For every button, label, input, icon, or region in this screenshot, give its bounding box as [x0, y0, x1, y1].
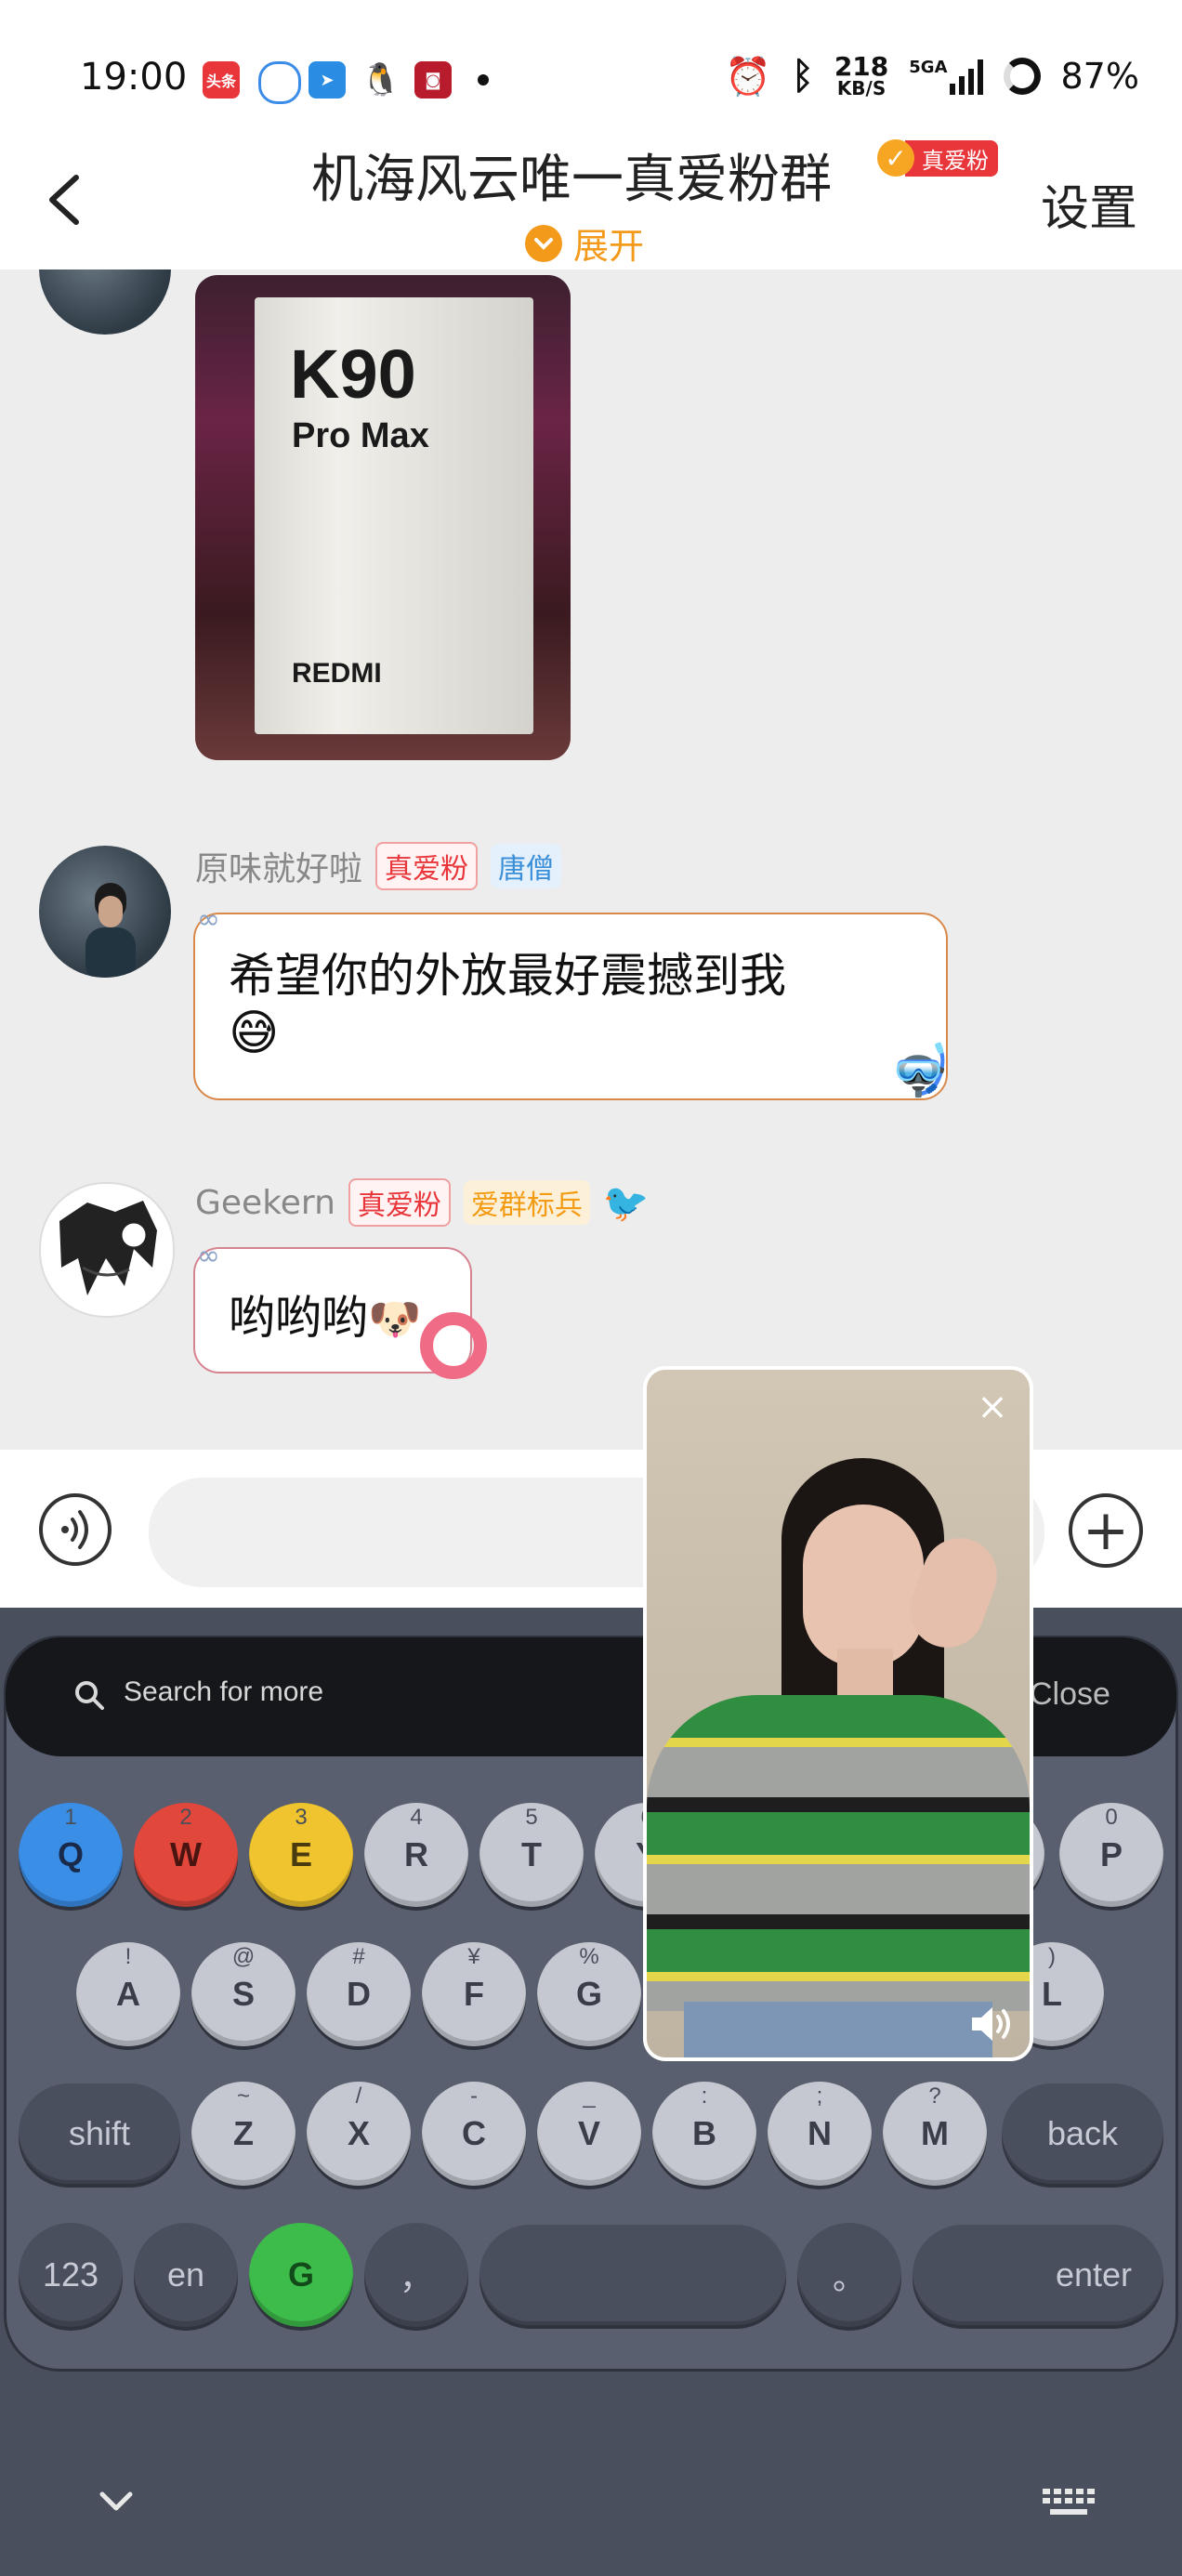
key-c[interactable]: -C — [422, 2082, 526, 2186]
volume-icon[interactable] — [968, 2004, 1015, 2044]
chevron-down-icon[interactable] — [93, 2483, 139, 2520]
message-text: 哟哟哟 — [229, 1291, 368, 1345]
status-icons: ⏰ ᛒ 218 KB/S 5GA 87% — [725, 50, 1139, 102]
shift-key[interactable]: shift — [19, 2083, 180, 2184]
title-tag: 爱群标兵 — [463, 1180, 590, 1225]
railway-app-icon: ◙ — [414, 61, 452, 99]
key-z[interactable]: ~ Z — [191, 2082, 296, 2186]
verified-icon: ✓ — [877, 139, 914, 177]
key-t[interactable]: 5T — [479, 1803, 584, 1907]
maps-app-icon: ➤ — [309, 61, 346, 99]
fan-tag: 真爱粉 — [375, 842, 479, 890]
goggles-decoration-icon: ∞ — [197, 903, 220, 936]
chat-messages[interactable]: K90 Pro Max REDMI 原味就好啦 真爱粉 唐僧 希望你的外放最好震… — [0, 269, 1182, 1450]
net-speed: 218 KB/S — [834, 51, 889, 99]
avatar[interactable] — [39, 846, 171, 978]
qq-app-icon: 🐧 — [361, 61, 401, 99]
battery-percent: 87% — [1060, 56, 1139, 97]
key-a[interactable]: ! A — [76, 1942, 180, 2046]
search-icon — [75, 1681, 104, 1710]
expand-toggle[interactable]: 展开 — [525, 217, 644, 269]
sender-line: Geekern 真爱粉 爱群标兵 🐦 — [195, 1178, 650, 1227]
bluetooth-icon: ᛒ — [791, 55, 814, 98]
swim-ring-decoration-icon — [420, 1312, 487, 1379]
settings-button[interactable]: 设置 — [1041, 169, 1137, 239]
keyboard-search-placeholder[interactable]: Search for more — [124, 1676, 323, 1708]
product-box: K90 Pro Max REDMI — [255, 297, 533, 734]
avatar[interactable] — [39, 269, 171, 335]
video-face — [803, 1505, 924, 1667]
avatar[interactable] — [39, 1182, 175, 1318]
sender-name[interactable]: 原味就好啦 — [195, 842, 362, 890]
floating-video-window[interactable]: × — [643, 1366, 1033, 2061]
sender-line: 原味就好啦 真爱粉 唐僧 — [195, 842, 562, 890]
enter-key[interactable]: enter — [913, 2225, 1163, 2325]
key-q[interactable]: 1Q — [19, 1803, 123, 1907]
sweat-smile-emoji: 😅 — [229, 1005, 280, 1061]
fan-tag: 真爱粉 — [348, 1178, 451, 1227]
group-title: 机海风云唯一真爱粉群 — [311, 150, 832, 210]
key-w[interactable]: 2W — [134, 1803, 238, 1907]
key-s[interactable]: @ S — [191, 1942, 296, 2046]
keyboard-switch-icon[interactable] — [1041, 2487, 1097, 2520]
key-x[interactable]: / X — [307, 2082, 411, 2186]
key-d[interactable]: # D — [307, 1942, 411, 2046]
image-message[interactable]: K90 Pro Max REDMI — [195, 275, 571, 760]
video-sweater — [647, 1695, 1030, 2011]
period-key[interactable]: 。 — [797, 2223, 901, 2327]
more-actions-button[interactable]: + — [1069, 1493, 1143, 1568]
doge-emoji: 🐶 — [368, 1294, 422, 1344]
key-n[interactable]: ; N — [768, 2082, 872, 2186]
message-bubble[interactable]: 希望你的外放最好震撼到我 😅 — [193, 913, 948, 1100]
bird-icon: 🐦 — [602, 1181, 650, 1225]
backspace-key[interactable]: back — [1002, 2083, 1163, 2184]
fan-badge: ✓ 真爱粉 — [877, 139, 998, 177]
toutiao-app-icon: 头条 — [203, 61, 240, 99]
key-f[interactable]: ¥ F — [422, 1942, 526, 2046]
status-time: 19:00 — [80, 56, 188, 99]
back-arrow-icon[interactable] — [39, 172, 95, 228]
sender-name[interactable]: Geekern — [195, 1184, 335, 1222]
message-text: 希望你的外放最好震撼到我 — [229, 949, 786, 1003]
g-key[interactable]: G — [249, 2223, 353, 2327]
goggles-decoration-icon: ∞ — [197, 1240, 220, 1272]
key-e[interactable]: 3E — [249, 1803, 353, 1907]
voice-input-button[interactable] — [39, 1493, 112, 1566]
signal-icon: 5GA — [909, 58, 983, 95]
battery-icon — [1003, 58, 1041, 95]
key-p[interactable]: 0P — [1059, 1803, 1163, 1907]
close-icon[interactable]: × — [974, 1388, 1011, 1426]
title-tag: 唐僧 — [491, 844, 562, 888]
video-jeans — [684, 2002, 992, 2057]
language-key[interactable]: en — [134, 2223, 238, 2327]
snorkel-decoration-icon: 🤿 — [888, 1041, 952, 1099]
video-frame: × — [647, 1370, 1030, 2057]
space-key[interactable] — [479, 2225, 786, 2325]
number-mode-key[interactable]: 123 — [19, 2223, 123, 2327]
more-notifications-dot — [478, 74, 489, 85]
chevron-down-icon — [525, 224, 562, 262]
key-b[interactable]: :B — [652, 2082, 756, 2186]
key-g[interactable]: % G — [537, 1942, 641, 2046]
keyboard-close-button[interactable]: Close — [1030, 1676, 1110, 1713]
key-v[interactable]: _ V — [537, 2082, 641, 2186]
key-m[interactable]: ? M — [883, 2082, 987, 2186]
alarm-icon: ⏰ — [725, 55, 771, 99]
key-r[interactable]: 4R — [364, 1803, 468, 1907]
browser-app-icon — [258, 61, 301, 104]
comma-key[interactable]: ， — [364, 2223, 468, 2327]
